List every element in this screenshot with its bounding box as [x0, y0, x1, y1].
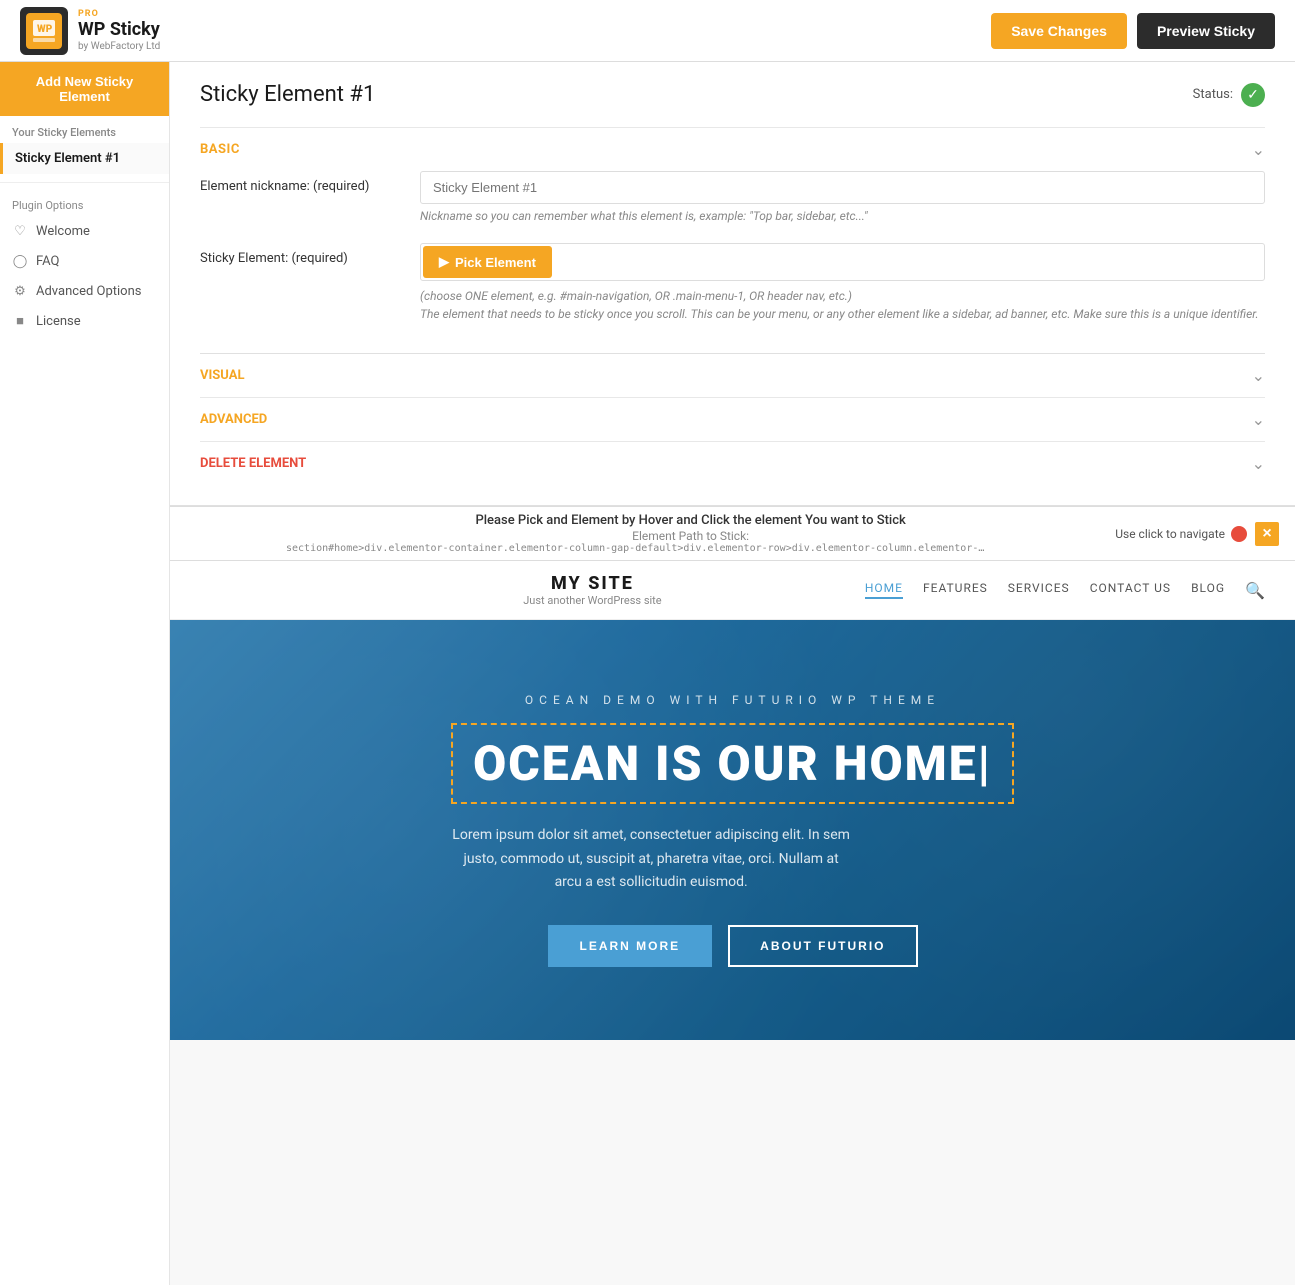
- delete-section-title: DELETE ELEMENT: [200, 456, 306, 471]
- basic-chevron-icon: ⌄: [1252, 140, 1265, 159]
- nav-license-label: License: [36, 314, 81, 329]
- nav-welcome-label: Welcome: [36, 224, 90, 239]
- website-preview: MY SITE Just another WordPress site HOME…: [170, 561, 1295, 1040]
- settings-icon: ⚙: [12, 283, 28, 299]
- logo-text-area: PRO WP Sticky by WebFactory Ltd: [78, 9, 160, 52]
- nav-features[interactable]: FEATURES: [923, 581, 988, 599]
- picker-subtitle: Element Path to Stick:: [286, 529, 1095, 543]
- content-area: Sticky Element #1 Status: ✓ BASIC ⌄ Elem…: [170, 62, 1295, 1285]
- nav-faq-label: FAQ: [36, 254, 59, 269]
- visual-chevron-icon: ⌄: [1252, 366, 1265, 385]
- sidebar-divider: [0, 182, 169, 183]
- pro-badge: PRO: [78, 9, 160, 19]
- advanced-section-title: ADVANCED: [200, 412, 267, 427]
- site-logo: MY SITE Just another WordPress site: [523, 573, 661, 607]
- basic-section-title: BASIC: [200, 142, 240, 157]
- picker-path: section#home>div.elementor-container.ele…: [286, 543, 986, 554]
- basic-section-header[interactable]: BASIC ⌄: [200, 127, 1265, 171]
- red-dot-icon: [1231, 526, 1247, 542]
- site-title: MY SITE: [523, 573, 661, 594]
- plugin-options-label: Plugin Options: [0, 191, 169, 216]
- nickname-field: Nickname so you can remember what this e…: [420, 171, 1265, 223]
- learn-more-button[interactable]: LEARN MORE: [548, 925, 713, 967]
- sidebar-nav-faq[interactable]: ◯ FAQ: [0, 246, 169, 276]
- nickname-input[interactable]: [420, 171, 1265, 204]
- picker-title: Please Pick and Element by Hover and Cli…: [286, 513, 1095, 528]
- site-nav-bar: MY SITE Just another WordPress site HOME…: [170, 561, 1295, 620]
- nickname-hint: Nickname so you can remember what this e…: [420, 209, 1265, 223]
- hero-content: OCEAN DEMO WITH FUTURIO WP THEME OCEAN I…: [451, 693, 1014, 967]
- search-icon[interactable]: 🔍: [1245, 581, 1265, 600]
- logo-icon: WP: [20, 7, 68, 55]
- advanced-section-header[interactable]: ADVANCED ⌄: [200, 397, 1265, 441]
- picker-bar: Please Pick and Element by Hover and Cli…: [170, 506, 1295, 561]
- heart-icon: ♡: [12, 223, 28, 239]
- nav-services[interactable]: SERVICES: [1008, 581, 1070, 599]
- nav-advanced-label: Advanced Options: [36, 284, 141, 299]
- save-changes-button[interactable]: Save Changes: [991, 13, 1127, 49]
- picker-controls: Use click to navigate ×: [1115, 522, 1279, 546]
- site-subtitle: Just another WordPress site: [523, 594, 661, 607]
- sidebar-nav-welcome[interactable]: ♡ Welcome: [0, 216, 169, 246]
- basic-section-content: Element nickname: (required) Nickname so…: [200, 171, 1265, 353]
- pick-element-container: ▶ Pick Element: [420, 243, 1265, 281]
- your-elements-label: Your Sticky Elements: [0, 116, 169, 143]
- sticky-element-label: Sticky Element: (required): [200, 243, 400, 266]
- hero-title-box: OCEAN IS OUR HOME|: [451, 723, 1014, 804]
- nav-contact[interactable]: CONTACT US: [1090, 581, 1171, 599]
- panel-title: Sticky Element #1: [200, 82, 375, 107]
- faq-icon: ◯: [12, 253, 28, 269]
- visual-section-title: VISUAL: [200, 368, 245, 383]
- sticky-element-field: ▶ Pick Element (choose ONE element, e.g.…: [420, 243, 1265, 323]
- close-picker-button[interactable]: ×: [1255, 522, 1279, 546]
- active-element-label: Sticky Element #1: [15, 151, 120, 166]
- picker-center: Please Pick and Element by Hover and Cli…: [286, 513, 1095, 554]
- top-header: WP PRO WP Sticky by WebFactory Ltd Save …: [0, 0, 1295, 62]
- status-area: Status: ✓: [1193, 83, 1265, 107]
- sidebar: Add New Sticky Element Your Sticky Eleme…: [0, 62, 170, 1285]
- element-path-input[interactable]: [552, 249, 1262, 276]
- pick-element-button[interactable]: ▶ Pick Element: [423, 246, 552, 278]
- add-new-sticky-button[interactable]: Add New Sticky Element: [0, 62, 169, 116]
- sidebar-nav-advanced[interactable]: ⚙ Advanced Options: [0, 276, 169, 306]
- nav-blog[interactable]: BLOG: [1191, 581, 1225, 599]
- advanced-chevron-icon: ⌄: [1252, 410, 1265, 429]
- status-indicator: ✓: [1241, 83, 1265, 107]
- status-label: Status:: [1193, 87, 1233, 102]
- element-notes: (choose ONE element, e.g. #main-navigati…: [420, 287, 1265, 323]
- cursor-icon: |: [978, 735, 992, 792]
- logo-title: WP Sticky: [78, 19, 160, 41]
- hero-section: OCEAN DEMO WITH FUTURIO WP THEME OCEAN I…: [170, 620, 1295, 1040]
- sidebar-item-sticky-element-1[interactable]: Sticky Element #1: [0, 143, 169, 174]
- nav-home[interactable]: HOME: [865, 581, 903, 599]
- pick-element-icon: ▶: [439, 254, 449, 270]
- logo-area: WP PRO WP Sticky by WebFactory Ltd: [20, 7, 160, 55]
- delete-chevron-icon: ⌄: [1252, 454, 1265, 473]
- preview-sticky-button[interactable]: Preview Sticky: [1137, 13, 1275, 49]
- about-futurio-button[interactable]: ABOUT FUTURIO: [728, 925, 917, 967]
- plugin-panel: Sticky Element #1 Status: ✓ BASIC ⌄ Elem…: [170, 62, 1295, 506]
- hero-subtitle: OCEAN DEMO WITH FUTURIO WP THEME: [451, 693, 1014, 707]
- hero-buttons: LEARN MORE ABOUT FUTURIO: [451, 925, 1014, 967]
- shield-icon: ■: [12, 313, 28, 329]
- visual-section-header[interactable]: VISUAL ⌄: [200, 353, 1265, 397]
- sidebar-nav-license[interactable]: ■ License: [0, 306, 169, 336]
- main-layout: Add New Sticky Element Your Sticky Eleme…: [0, 62, 1295, 1285]
- hero-description: Lorem ipsum dolor sit amet, consectetuer…: [451, 824, 851, 895]
- panel-header: Sticky Element #1 Status: ✓: [200, 82, 1265, 107]
- use-click-navigate: Use click to navigate: [1115, 526, 1247, 542]
- delete-section-header[interactable]: DELETE ELEMENT ⌄: [200, 441, 1265, 485]
- svg-text:WP: WP: [37, 24, 53, 35]
- sticky-element-row: Sticky Element: (required) ▶ Pick Elemen…: [200, 243, 1265, 323]
- nickname-row: Element nickname: (required) Nickname so…: [200, 171, 1265, 223]
- logo-subtitle: by WebFactory Ltd: [78, 41, 160, 52]
- use-click-label: Use click to navigate: [1115, 527, 1225, 541]
- hero-title: OCEAN IS OUR HOME|: [473, 735, 992, 792]
- header-buttons: Save Changes Preview Sticky: [991, 13, 1275, 49]
- nickname-label: Element nickname: (required): [200, 171, 400, 194]
- site-nav: HOME FEATURES SERVICES CONTACT US BLOG: [865, 581, 1225, 599]
